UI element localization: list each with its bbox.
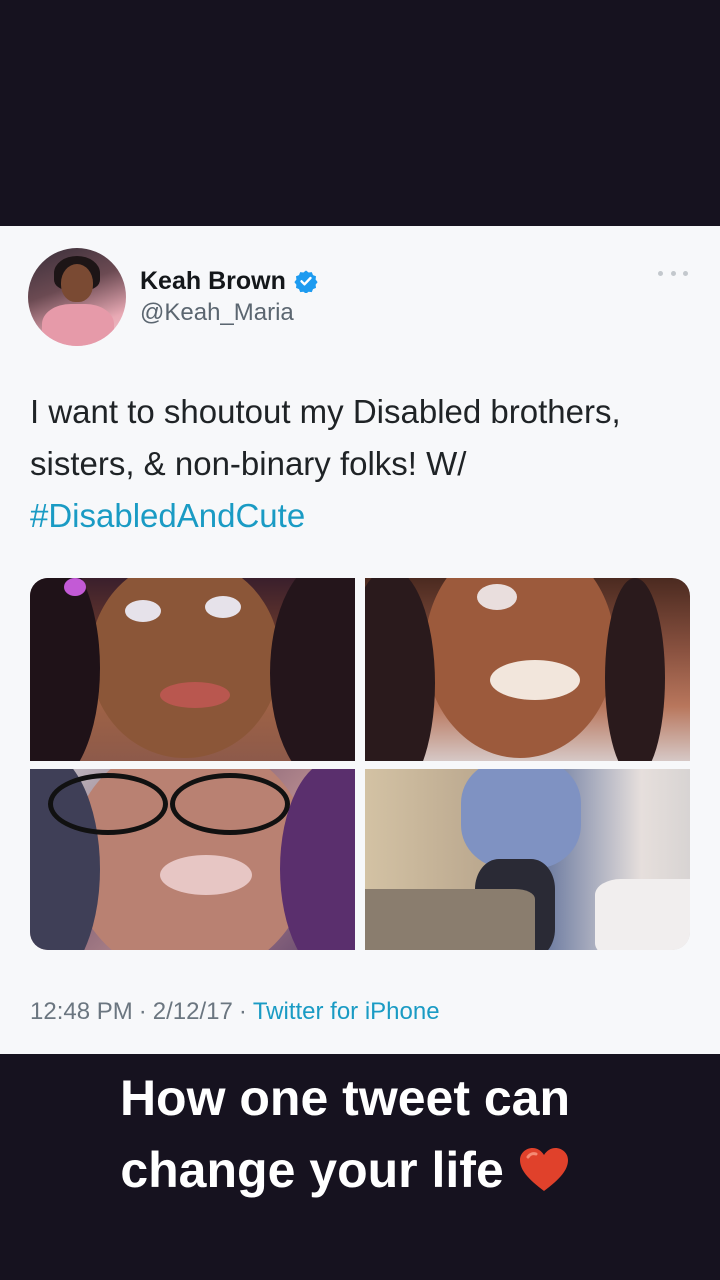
media-grid[interactable]: [30, 578, 690, 950]
photo-4[interactable]: [365, 769, 690, 950]
more-options-icon[interactable]: [658, 266, 688, 280]
tweet-time[interactable]: 12:48 PM: [30, 998, 133, 1026]
caption-line-2-row: change your life: [0, 1134, 690, 1206]
video-caption: How one tweet can change your life: [0, 1062, 690, 1206]
tweet-date[interactable]: 2/12/17: [153, 998, 233, 1026]
photo-2[interactable]: [365, 578, 690, 761]
top-dark-band: [0, 0, 720, 226]
photo-1[interactable]: [30, 578, 355, 761]
verified-badge-icon: [294, 270, 318, 293]
caption-line-1: How one tweet can: [119, 1070, 571, 1126]
tweet-meta: 12:48 PM · 2/12/17 · Twitter for iPhone: [30, 994, 440, 1030]
tweet-source-link[interactable]: Twitter for iPhone: [253, 998, 440, 1026]
display-name[interactable]: Keah Brown: [140, 267, 286, 296]
user-handle[interactable]: @Keah_Maria: [140, 299, 294, 327]
caption-line-2: change your life: [120, 1142, 504, 1198]
tweet-text: I want to shoutout my Disabled brothers,…: [30, 386, 690, 542]
separator-dot: ·: [238, 998, 247, 1025]
avatar[interactable]: [28, 248, 126, 346]
photo-3[interactable]: [30, 769, 355, 950]
heart-icon: [519, 1148, 568, 1191]
tweet-body-text: I want to shoutout my Disabled brothers,…: [30, 393, 621, 482]
separator-dot: ·: [138, 998, 147, 1025]
author-name-row[interactable]: Keah Brown: [140, 266, 318, 296]
tweet-card[interactable]: Keah Brown @Keah_Maria I want to shoutou…: [0, 226, 720, 1054]
hashtag-link[interactable]: #DisabledAndCute: [30, 497, 305, 534]
